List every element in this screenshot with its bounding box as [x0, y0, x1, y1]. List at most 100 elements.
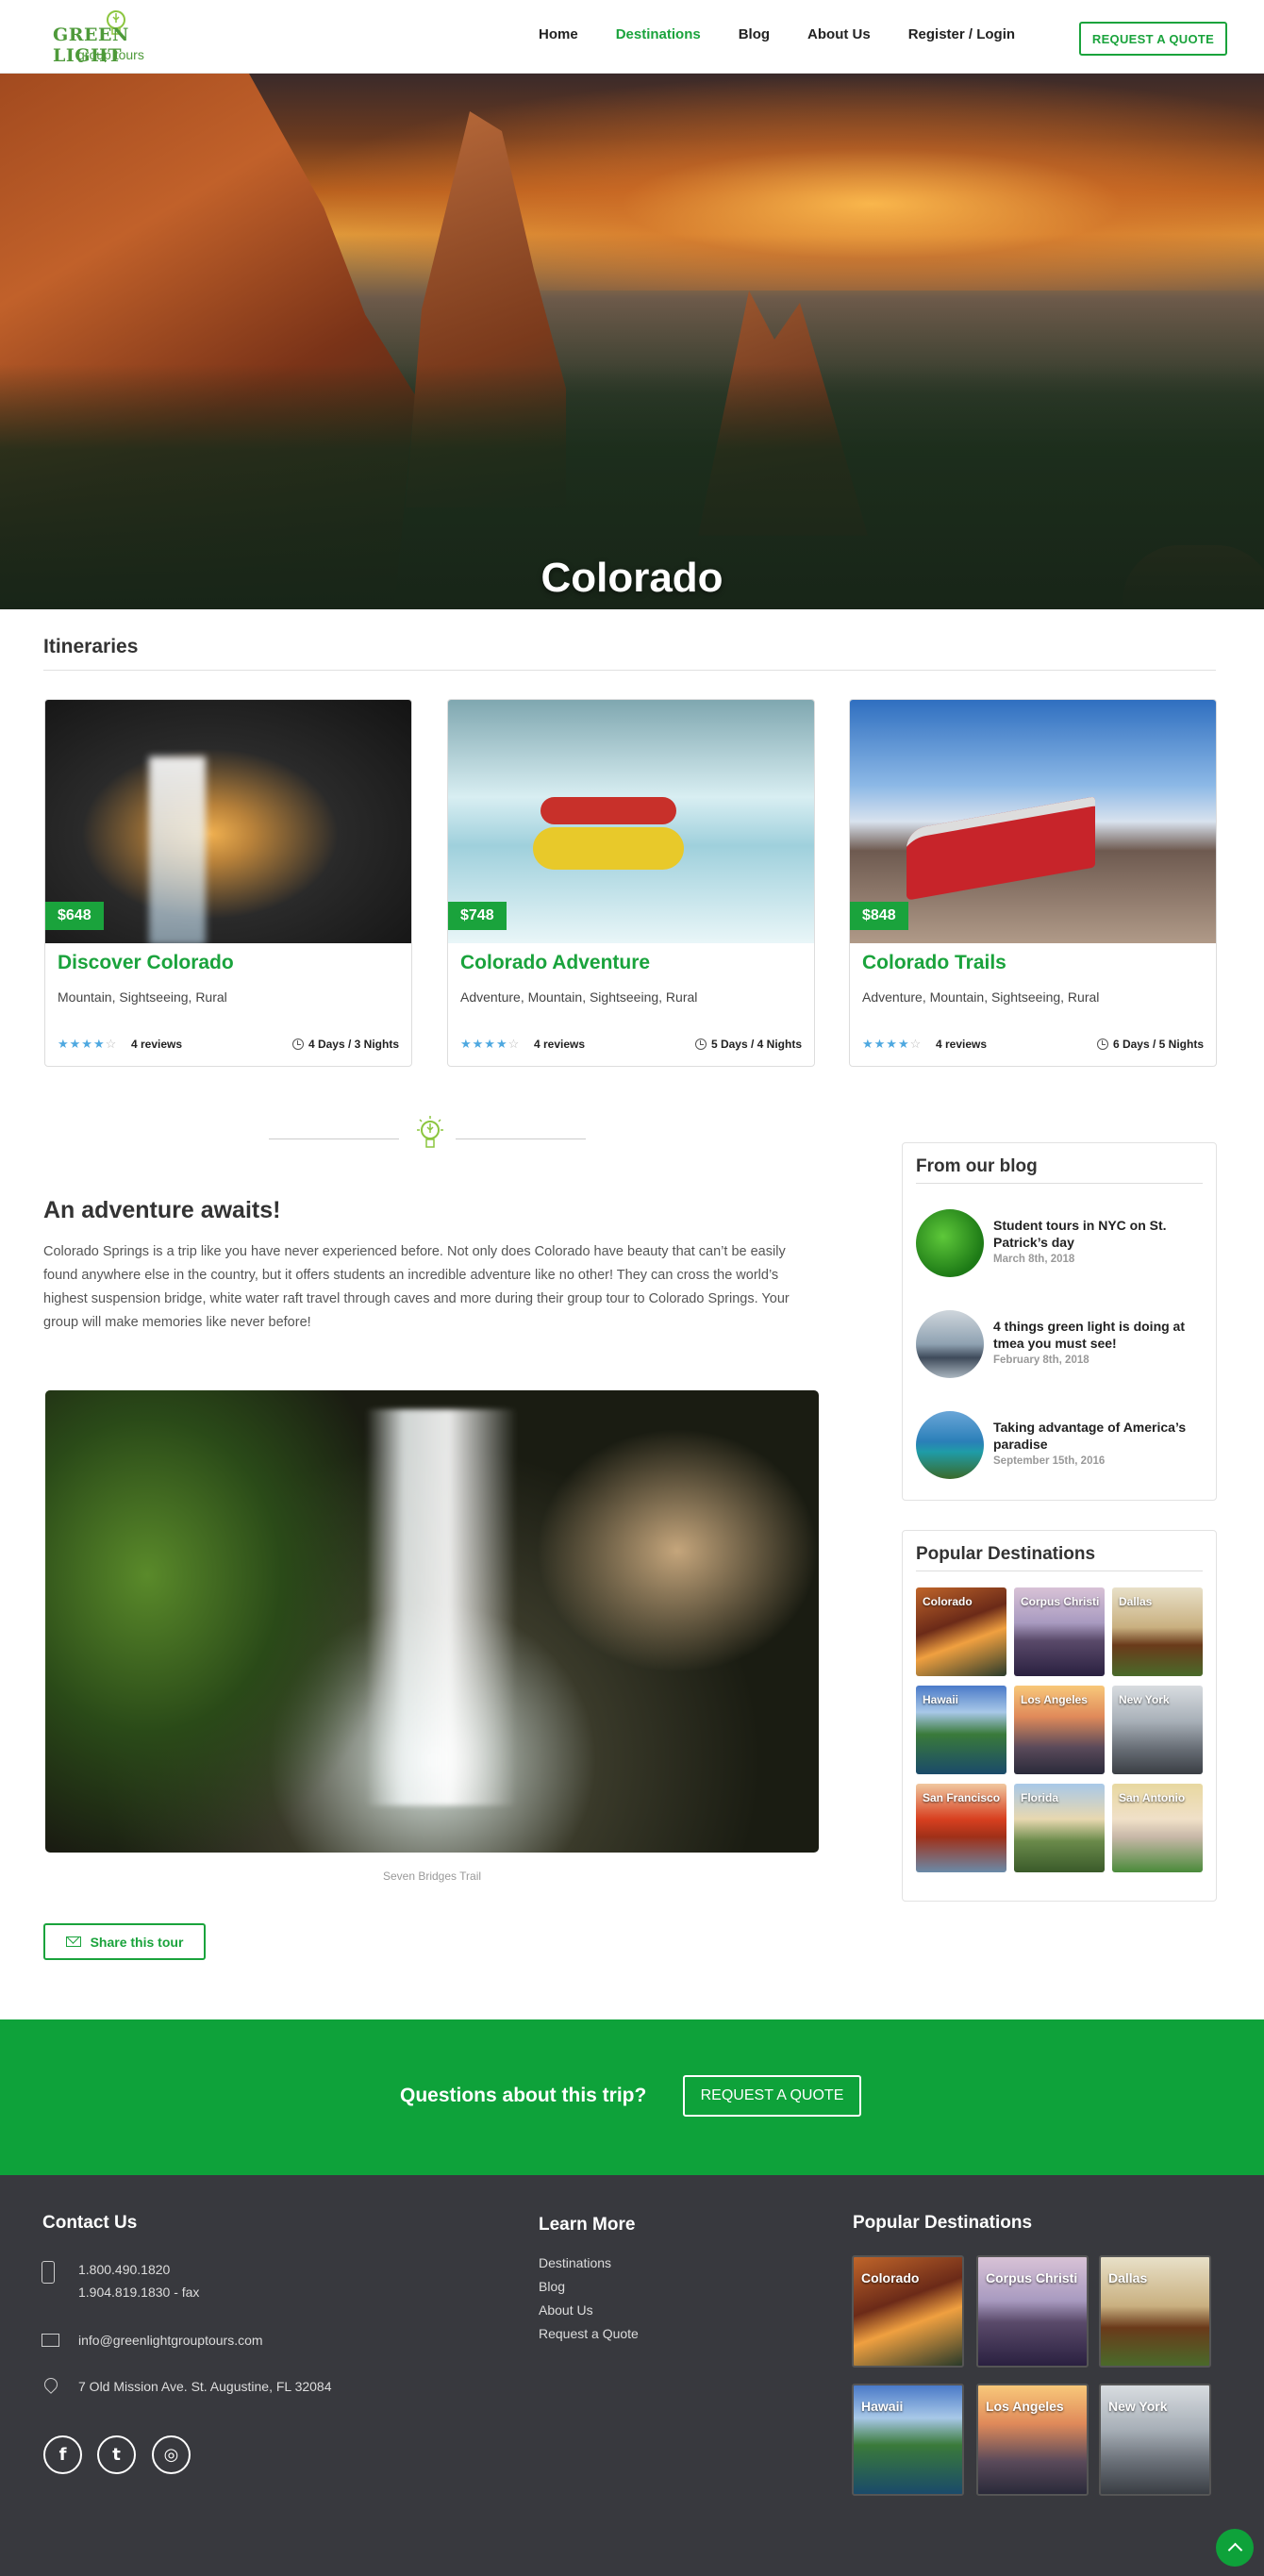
blog-post[interactable]: Student tours in NYC on St. Patrick’s da…	[916, 1209, 1203, 1279]
share-label: Share this tour	[90, 1934, 184, 1950]
itinerary-title[interactable]: Colorado Trails	[862, 952, 1006, 974]
itinerary-tags: Adventure, Mountain, Sightseeing, Rural	[460, 989, 698, 1005]
destination-label: New York	[1119, 1693, 1170, 1706]
instagram-icon[interactable]: ◎	[152, 2435, 191, 2474]
footer-link-destinations[interactable]: Destinations	[539, 2255, 611, 2270]
footer-learn-heading: Learn More	[539, 2215, 636, 2235]
adventure-title: An adventure awaits!	[43, 1197, 281, 1223]
rating-stars: ★★★★☆	[460, 1037, 521, 1051]
share-tour-button[interactable]: Share this tour	[43, 1923, 206, 1960]
destination-tile-corpus-christi[interactable]: Corpus Christi	[1014, 1587, 1105, 1676]
blog-post[interactable]: 4 things green light is doing at tmea yo…	[916, 1310, 1203, 1380]
destination-tile-san-antonio[interactable]: San Antonio	[1112, 1784, 1203, 1872]
blog-thumbnail[interactable]	[916, 1310, 984, 1378]
itinerary-tags: Mountain, Sightseeing, Rural	[58, 989, 227, 1005]
cta-request-quote-button[interactable]: REQUEST A QUOTE	[683, 2075, 861, 2117]
blog-post-date: September 15th, 2016	[993, 1455, 1106, 1467]
destination-label: Florida	[1021, 1791, 1059, 1804]
phone-icon	[42, 2261, 55, 2284]
footer-link-about-us[interactable]: About Us	[539, 2302, 593, 2318]
footer-phone[interactable]: 1.800.490.1820	[78, 2262, 170, 2277]
destination-tile-florida[interactable]: Florida	[1014, 1784, 1105, 1872]
blog-thumbnail[interactable]	[916, 1411, 984, 1479]
destination-tile-dallas[interactable]: Dallas	[1112, 1587, 1203, 1676]
destination-tile-san-francisco[interactable]: San Francisco	[916, 1784, 1006, 1872]
footer-fax: 1.904.819.1830 - fax	[78, 2285, 200, 2300]
destination-tile-new-york[interactable]: New York	[1112, 1686, 1203, 1774]
destination-tile-los-angeles[interactable]: Los Angeles	[1014, 1686, 1105, 1774]
itinerary-card[interactable]: $648 Discover Colorado Mountain, Sightse…	[44, 699, 412, 1067]
footer-email[interactable]: info@greenlightgrouptours.com	[78, 2333, 263, 2348]
footer-destination-new-york[interactable]: New York	[1099, 2384, 1211, 2496]
popular-destinations-widget: Popular Destinations Colorado Corpus Chr…	[902, 1530, 1217, 1902]
photo-waterfall	[366, 1409, 517, 1805]
request-quote-button[interactable]: REQUEST A QUOTE	[1079, 22, 1227, 56]
divider	[43, 670, 1216, 671]
clock-icon	[1096, 1039, 1108, 1050]
rating-stars: ★★★★☆	[862, 1037, 923, 1051]
destination-label: San Antonio	[1119, 1791, 1186, 1804]
lightbulb-icon	[417, 1116, 443, 1148]
footer-link-blog[interactable]: Blog	[539, 2279, 565, 2294]
blog-post-title[interactable]: 4 things green light is doing at tmea yo…	[993, 1318, 1203, 1352]
itinerary-card[interactable]: $848 Colorado Trails Adventure, Mountain…	[849, 699, 1217, 1067]
logo[interactable]: GREEN LIGHT group tours	[53, 8, 172, 66]
footer-destination-los-angeles[interactable]: Los Angeles	[976, 2384, 1089, 2496]
clock-icon	[291, 1039, 304, 1050]
destination-label: Los Angeles	[1021, 1693, 1088, 1706]
footer-contact-heading: Contact Us	[42, 2213, 138, 2233]
review-count: 4 reviews	[534, 1038, 586, 1051]
itineraries-heading: Itineraries	[43, 636, 139, 657]
footer-destination-corpus-christi[interactable]: Corpus Christi	[976, 2255, 1089, 2368]
footer-destination-colorado[interactable]: Colorado	[852, 2255, 964, 2368]
scroll-to-top-button[interactable]	[1216, 2529, 1254, 2567]
review-count: 4 reviews	[131, 1038, 183, 1051]
blog-post-date: February 8th, 2018	[993, 1354, 1089, 1366]
facebook-icon[interactable]: f	[43, 2435, 82, 2474]
nav-destinations[interactable]: Destinations	[616, 26, 701, 42]
photo-sunlight	[536, 1428, 819, 1673]
blog-post-title[interactable]: Student tours in NYC on St. Patrick’s da…	[993, 1217, 1203, 1251]
blog-post[interactable]: Taking advantage of America’s paradise S…	[916, 1411, 1203, 1481]
duration-label: 5 Days / 4 Nights	[710, 1038, 802, 1051]
itinerary-title[interactable]: Discover Colorado	[58, 952, 234, 974]
blog-widget: From our blog Student tours in NYC on St…	[902, 1142, 1217, 1501]
email-icon	[42, 2334, 59, 2347]
destination-label: Colorado	[861, 2270, 920, 2285]
duration-label: 6 Days / 5 Nights	[1112, 1038, 1204, 1051]
nav-register-login[interactable]: Register / Login	[908, 26, 1015, 42]
destination-label: Dallas	[1108, 2270, 1148, 2285]
quote-cta-band: Questions about this trip? REQUEST A QUO…	[0, 2019, 1264, 2175]
divider	[916, 1183, 1203, 1184]
duration: 6 Days / 5 Nights	[1096, 1038, 1204, 1051]
footer-link-request-quote[interactable]: Request a Quote	[539, 2326, 639, 2341]
destination-tile-colorado[interactable]: Colorado	[916, 1587, 1006, 1676]
destination-label: Hawaii	[923, 1693, 959, 1706]
twitter-icon[interactable]: t	[97, 2435, 136, 2474]
duration-label: 4 Days / 3 Nights	[308, 1038, 399, 1051]
itinerary-title[interactable]: Colorado Adventure	[460, 952, 650, 974]
clock-icon	[694, 1039, 707, 1050]
cta-question: Questions about this trip?	[400, 2085, 647, 2106]
price-badge: $648	[45, 902, 104, 930]
rating-stars: ★★★★☆	[58, 1037, 118, 1051]
hero-banner: Colorado	[0, 74, 1264, 609]
nav-home[interactable]: Home	[539, 26, 578, 42]
footer-destination-hawaii[interactable]: Hawaii	[852, 2384, 964, 2496]
nav-blog[interactable]: Blog	[739, 26, 770, 42]
blog-heading: From our blog	[916, 1156, 1038, 1176]
blog-post-title[interactable]: Taking advantage of America’s paradise	[993, 1419, 1203, 1453]
photo-foliage	[45, 1390, 385, 1853]
seven-bridges-photo	[45, 1390, 819, 1853]
destination-label: New York	[1108, 2399, 1168, 2414]
review-count: 4 reviews	[936, 1038, 988, 1051]
destination-label: Hawaii	[861, 2399, 904, 2414]
itinerary-card[interactable]: $748 Colorado Adventure Adventure, Mount…	[447, 699, 815, 1067]
destination-tile-hawaii[interactable]: Hawaii	[916, 1686, 1006, 1774]
hero-title: Colorado	[541, 555, 723, 601]
duration: 4 Days / 3 Nights	[291, 1038, 399, 1051]
blog-thumbnail[interactable]	[916, 1209, 984, 1277]
nav-about-us[interactable]: About Us	[807, 26, 871, 42]
footer-destination-dallas[interactable]: Dallas	[1099, 2255, 1211, 2368]
top-nav: GREEN LIGHT group tours Home Destination…	[0, 0, 1264, 74]
